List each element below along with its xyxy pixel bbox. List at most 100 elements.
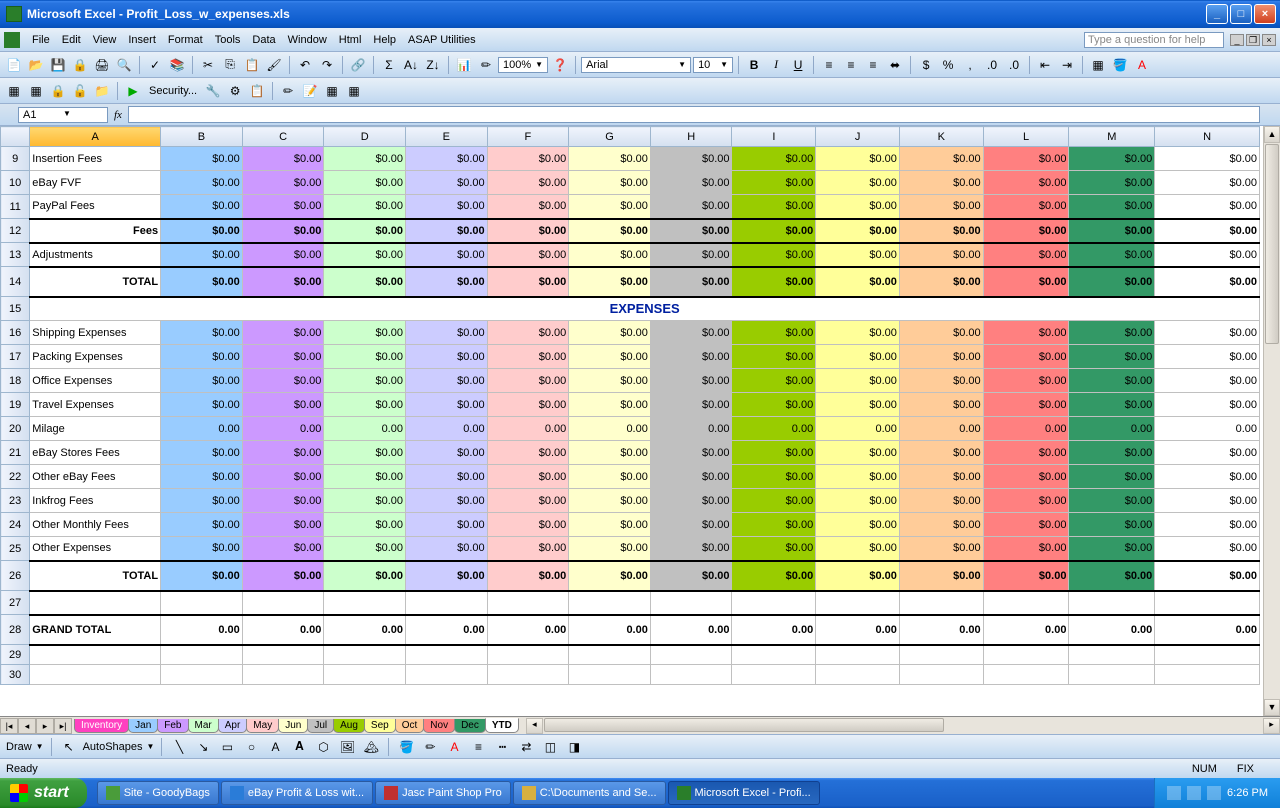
row-header[interactable]: 20 — [1, 417, 30, 441]
cell[interactable]: 0.00 — [1069, 417, 1155, 441]
cell[interactable]: $0.00 — [242, 369, 324, 393]
cell[interactable]: $0.00 — [816, 489, 900, 513]
cell[interactable]: $0.00 — [1155, 171, 1260, 195]
menu-help[interactable]: Help — [367, 32, 402, 48]
cell[interactable]: $0.00 — [1155, 267, 1260, 297]
cell[interactable]: $0.00 — [1155, 345, 1260, 369]
cell[interactable]: $0.00 — [983, 321, 1069, 345]
diagram-button[interactable]: ⬡ — [313, 737, 333, 757]
cell[interactable]: $0.00 — [487, 219, 569, 243]
cell[interactable]: $0.00 — [161, 267, 243, 297]
cell[interactable]: $0.00 — [732, 147, 816, 171]
menu-edit[interactable]: Edit — [56, 32, 87, 48]
clock[interactable]: 6:26 PM — [1227, 787, 1268, 799]
cell[interactable]: $0.00 — [983, 267, 1069, 297]
column-header-N[interactable]: N — [1155, 127, 1260, 147]
cell[interactable]: Other Monthly Fees — [30, 513, 161, 537]
cell[interactable]: $0.00 — [405, 147, 487, 171]
cell[interactable] — [732, 591, 816, 615]
sheet-tab-dec[interactable]: Dec — [454, 719, 486, 733]
tab-nav-prev[interactable]: ◂ — [18, 718, 36, 734]
cell[interactable]: PayPal Fees — [30, 195, 161, 219]
arrow-button[interactable]: ↘ — [193, 737, 213, 757]
taskbar-button[interactable]: Jasc Paint Shop Pro — [375, 781, 511, 805]
sheet-tab-oct[interactable]: Oct — [395, 719, 425, 733]
cell[interactable]: $0.00 — [405, 537, 487, 561]
autoshapes-menu[interactable]: AutoShapes — [83, 741, 143, 753]
cell[interactable]: $0.00 — [405, 441, 487, 465]
cell[interactable]: $0.00 — [487, 561, 569, 591]
cell[interactable]: $0.00 — [1069, 219, 1155, 243]
tb2-btn[interactable]: ✏ — [278, 81, 298, 101]
row-header[interactable]: 9 — [1, 147, 30, 171]
cell[interactable]: $0.00 — [487, 393, 569, 417]
undo-button[interactable]: ↶ — [295, 55, 315, 75]
cell[interactable] — [650, 591, 732, 615]
cell[interactable]: $0.00 — [1069, 441, 1155, 465]
cell[interactable]: Inkfrog Fees — [30, 489, 161, 513]
select-objects-button[interactable]: ↖ — [59, 737, 79, 757]
tb2-btn[interactable]: 📁 — [92, 81, 112, 101]
sheet-tab-aug[interactable]: Aug — [333, 719, 365, 733]
cell[interactable]: $0.00 — [983, 345, 1069, 369]
cell[interactable]: $0.00 — [899, 321, 983, 345]
row-header[interactable]: 10 — [1, 171, 30, 195]
cell[interactable] — [1069, 591, 1155, 615]
cell[interactable] — [1155, 665, 1260, 685]
oval-button[interactable]: ○ — [241, 737, 261, 757]
cell[interactable]: Travel Expenses — [30, 393, 161, 417]
preview-button[interactable]: 🔍 — [114, 55, 134, 75]
column-header-L[interactable]: L — [983, 127, 1069, 147]
column-header-J[interactable]: J — [816, 127, 900, 147]
cell[interactable] — [242, 665, 324, 685]
cell[interactable]: $0.00 — [650, 321, 732, 345]
cell[interactable]: $0.00 — [161, 489, 243, 513]
sheet-tab-jan[interactable]: Jan — [128, 719, 158, 733]
cell[interactable]: $0.00 — [569, 267, 651, 297]
cell[interactable]: 0.00 — [1155, 615, 1260, 645]
doc-minimize-button[interactable]: _ — [1230, 34, 1244, 46]
align-left-button[interactable]: ≡ — [819, 55, 839, 75]
cell[interactable] — [899, 591, 983, 615]
cell[interactable]: $0.00 — [324, 147, 406, 171]
cell[interactable]: $0.00 — [405, 171, 487, 195]
cell[interactable]: $0.00 — [569, 345, 651, 369]
cell[interactable]: $0.00 — [324, 345, 406, 369]
cell[interactable] — [242, 591, 324, 615]
row-header[interactable]: 19 — [1, 393, 30, 417]
column-header-B[interactable]: B — [161, 127, 243, 147]
redo-button[interactable]: ↷ — [317, 55, 337, 75]
cell[interactable]: $0.00 — [161, 147, 243, 171]
research-button[interactable]: 📚 — [167, 55, 187, 75]
cell[interactable]: $0.00 — [650, 489, 732, 513]
cell[interactable]: $0.00 — [1155, 537, 1260, 561]
new-button[interactable]: 📄 — [4, 55, 24, 75]
tb2-btn[interactable]: 🔓 — [70, 81, 90, 101]
cell[interactable] — [569, 591, 651, 615]
cell[interactable]: $0.00 — [650, 267, 732, 297]
cell[interactable]: $0.00 — [161, 369, 243, 393]
cell[interactable]: 0.00 — [1069, 615, 1155, 645]
cell[interactable]: $0.00 — [650, 345, 732, 369]
cell[interactable]: $0.00 — [487, 243, 569, 267]
cell[interactable] — [650, 665, 732, 685]
cell[interactable]: $0.00 — [161, 171, 243, 195]
cell[interactable]: $0.00 — [324, 393, 406, 417]
cell[interactable]: $0.00 — [1155, 195, 1260, 219]
cell[interactable]: $0.00 — [242, 441, 324, 465]
cell[interactable]: $0.00 — [650, 513, 732, 537]
underline-button[interactable]: U — [788, 55, 808, 75]
cell[interactable]: $0.00 — [324, 465, 406, 489]
cell[interactable]: $0.00 — [732, 267, 816, 297]
cell[interactable] — [899, 645, 983, 665]
cell[interactable] — [816, 591, 900, 615]
row-header[interactable]: 24 — [1, 513, 30, 537]
sheet-tab-jun[interactable]: Jun — [278, 719, 308, 733]
cell[interactable]: $0.00 — [899, 489, 983, 513]
print-button[interactable]: 🖨 — [92, 55, 112, 75]
cell[interactable]: Insertion Fees — [30, 147, 161, 171]
chart-button[interactable]: 📊 — [454, 55, 474, 75]
row-header[interactable]: 16 — [1, 321, 30, 345]
wordart-button[interactable]: 𝐀 — [289, 737, 309, 757]
cell[interactable]: $0.00 — [487, 369, 569, 393]
